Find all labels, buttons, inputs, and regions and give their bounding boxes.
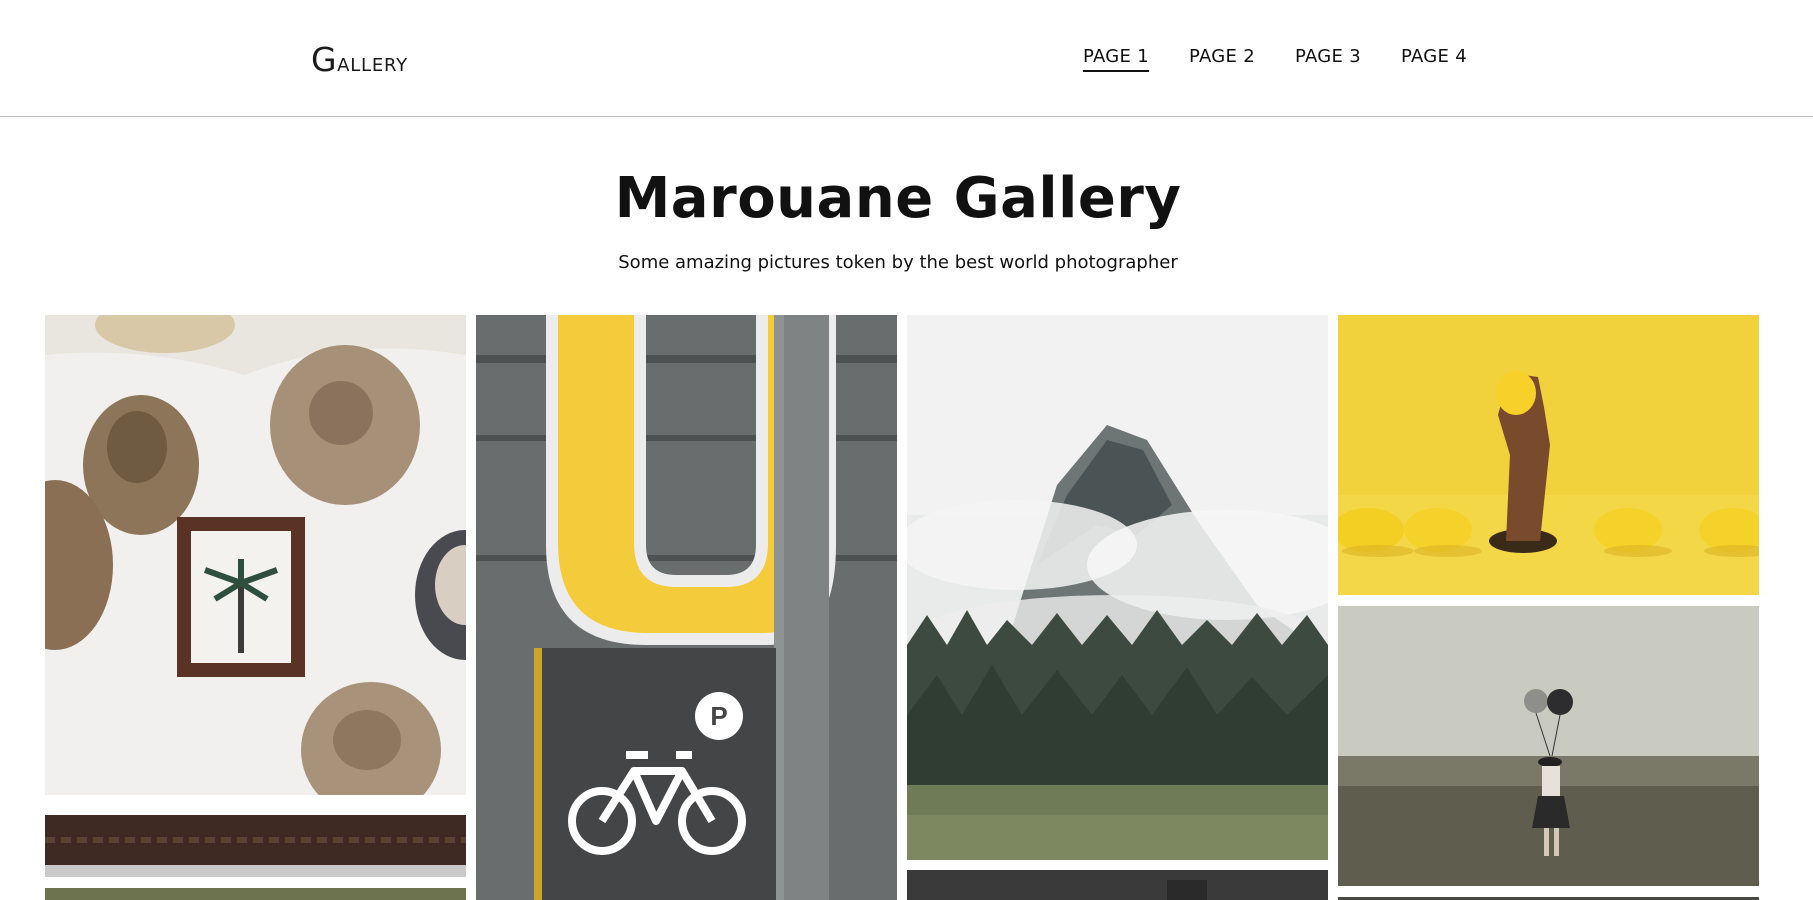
balloons-field-image [1338,606,1759,886]
photo-lemons[interactable] [1338,315,1759,595]
photo-gallery: P [45,315,1761,900]
photo-column-1-next[interactable] [45,888,466,900]
brand-name: allery [337,55,408,76]
misty-mountain-image [907,315,1328,860]
column-3-next-image [907,870,1328,900]
photo-balloons-field[interactable] [1338,606,1759,886]
site-header: Gallery PAGE 1 PAGE 2 PAGE 3 PAGE 4 [0,0,1813,117]
nav-page-3[interactable]: PAGE 3 [1295,46,1361,72]
photo-misty-mountain[interactable] [907,315,1328,860]
hats-wall-image [45,315,466,877]
photo-bike-parking[interactable]: P [476,315,897,900]
page-title: Marouane Gallery [614,166,1182,231]
svg-text:P: P [710,701,727,731]
page-subtitle: Some amazing pictures token by the best … [618,252,1178,273]
brand-initial: G [311,40,338,79]
bike-parking-image: P [476,315,897,900]
photo-hats-wall[interactable] [45,315,466,877]
photo-column-3-next[interactable] [907,870,1328,900]
column-1-next-image [45,888,466,900]
main-nav: PAGE 1 PAGE 2 PAGE 3 PAGE 4 [1083,46,1467,72]
brand-logo[interactable]: Gallery [311,40,408,79]
nav-page-2[interactable]: PAGE 2 [1189,46,1255,72]
lemons-image [1338,315,1759,595]
nav-page-1[interactable]: PAGE 1 [1083,46,1149,72]
nav-page-4[interactable]: PAGE 4 [1401,46,1467,72]
